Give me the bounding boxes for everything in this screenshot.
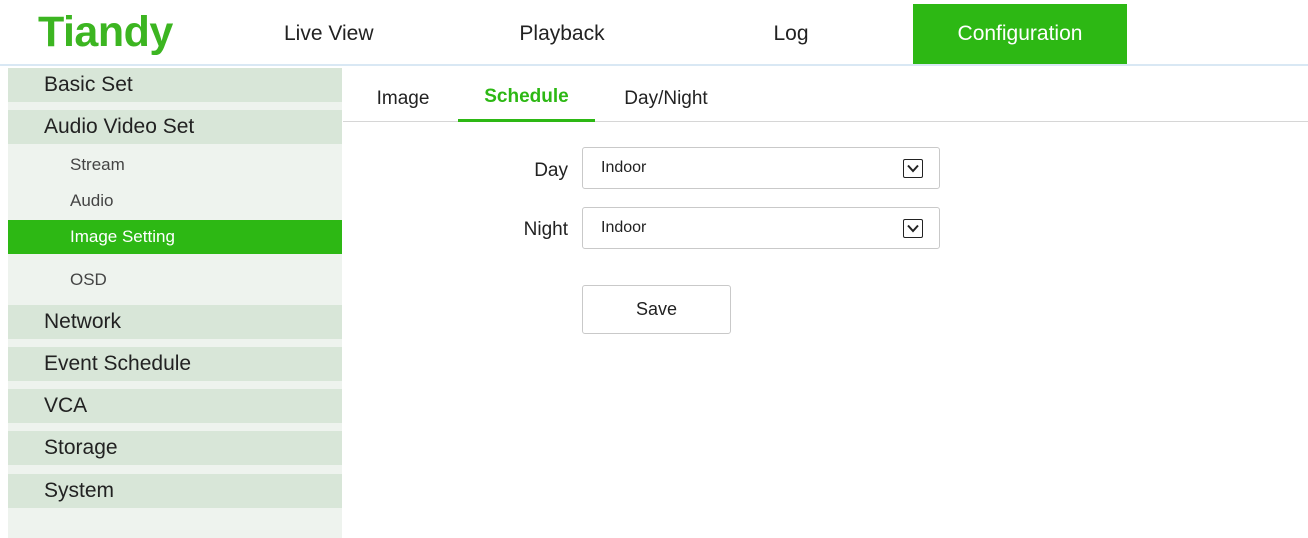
nav-live-view[interactable]: Live View — [272, 4, 412, 64]
sidebar-item-basic-set[interactable]: Basic Set — [8, 68, 342, 102]
sidebar-item-network[interactable]: Network — [8, 305, 342, 339]
nav-log[interactable]: Log — [684, 4, 898, 64]
sidebar-item-audio-video-set[interactable]: Audio Video Set — [8, 110, 342, 144]
top-header: Tiandy Live View Playback Log Configurat… — [0, 0, 1308, 66]
sidebar-item-vca[interactable]: VCA — [8, 389, 342, 423]
sidebar-item-system[interactable]: System — [8, 474, 342, 508]
tab-image[interactable]: Image — [373, 68, 433, 122]
night-select-value: Indoor — [601, 219, 647, 236]
tab-schedule[interactable]: Schedule — [458, 68, 595, 122]
night-select[interactable]: Indoor — [582, 207, 940, 249]
chevron-down-icon — [903, 219, 923, 238]
sidebar: Basic Set Audio Video Set Stream Audio I… — [8, 68, 342, 538]
save-button[interactable]: Save — [582, 285, 731, 334]
night-label: Night — [523, 219, 568, 240]
sidebar-item-event-schedule[interactable]: Event Schedule — [8, 347, 342, 381]
sidebar-subitem-stream[interactable]: Stream — [8, 148, 342, 182]
nav-configuration[interactable]: Configuration — [913, 4, 1127, 64]
day-select[interactable]: Indoor — [582, 147, 940, 189]
nav-playback[interactable]: Playback — [455, 4, 669, 64]
day-label: Day — [534, 160, 568, 181]
sidebar-subitem-audio[interactable]: Audio — [8, 184, 342, 218]
sidebar-subitem-image-setting[interactable]: Image Setting — [8, 220, 342, 254]
day-select-value: Indoor — [601, 159, 647, 176]
chevron-down-icon — [903, 159, 923, 178]
brand-logo: Tiandy — [38, 8, 173, 56]
sidebar-item-storage[interactable]: Storage — [8, 431, 342, 465]
sidebar-subitem-osd[interactable]: OSD — [8, 263, 342, 297]
settings-tab-bar: Image Schedule Day/Night — [343, 68, 1308, 122]
tab-day-night[interactable]: Day/Night — [611, 68, 721, 122]
